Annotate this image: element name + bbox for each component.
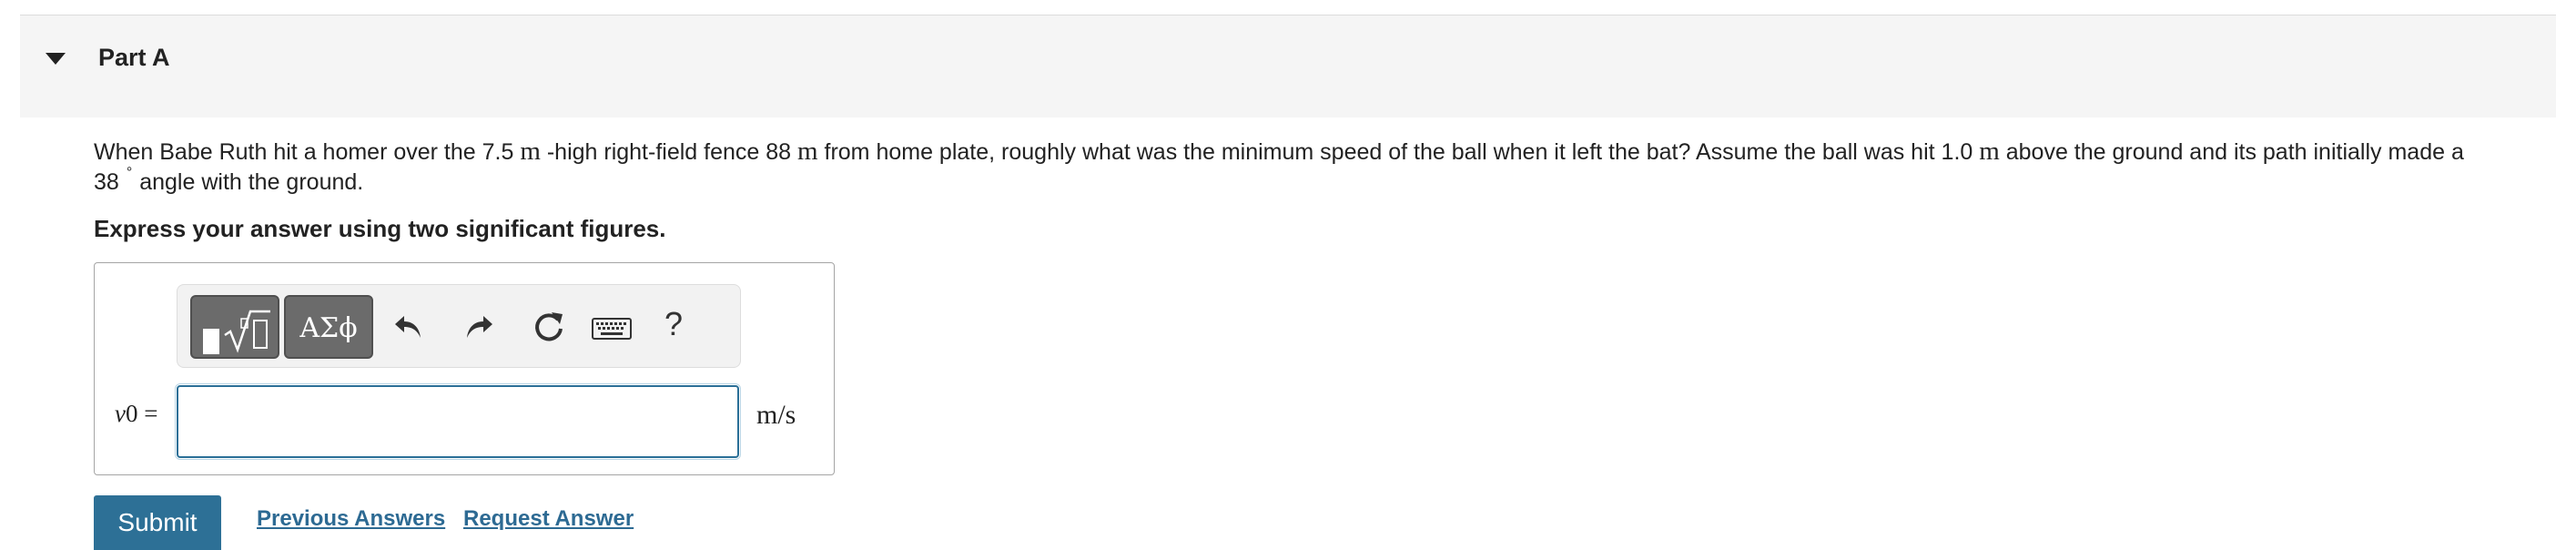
keyboard-icon[interactable] [592,318,632,340]
request-answer-link[interactable]: Request Answer [463,506,634,532]
unit-meter: m [797,137,818,166]
variable-symbol: v [115,400,126,427]
undo-icon[interactable] [391,309,428,345]
part-a-header[interactable]: Part A [20,15,2556,117]
degree-symbol: ° [126,165,133,180]
question-text-segment: angle with the ground. [139,169,364,195]
templates-button[interactable] [190,295,279,359]
answer-instruction: Express your answer using two significan… [94,215,666,242]
previous-answers-link[interactable]: Previous Answers [257,506,445,532]
question-text-segment: -high right-field fence 88 [540,139,797,165]
variable-subscript: 0 [125,400,138,427]
question-text-segment: When Babe Ruth hit a homer over the 7.5 [94,139,521,165]
answer-box: ΑΣϕ ? v0 = m/s [94,262,835,475]
collapse-triangle-icon[interactable] [46,53,66,65]
question-text-segment: from home plate, roughly what was the mi… [817,139,1980,165]
redo-icon[interactable] [460,309,496,345]
part-title: Part A [98,44,170,71]
variable-label: v0 = [115,400,157,428]
help-icon[interactable]: ? [664,305,683,343]
unit-meter: m [520,137,541,166]
template-placeholder-icon [203,329,219,354]
submit-button[interactable]: Submit [94,495,221,550]
unit-meter: m [1979,137,2000,166]
symbols-label: ΑΣϕ [299,312,358,344]
reset-icon[interactable] [530,309,568,347]
equals-sign: = [137,400,158,427]
math-toolbar: ΑΣϕ ? [177,284,741,368]
answer-input[interactable] [175,383,741,460]
radical-template-icon [224,310,270,353]
question-text: When Babe Ruth hit a homer over the 7.5 … [94,137,2551,200]
unit-label: m/s [756,400,796,430]
symbols-button[interactable]: ΑΣϕ [284,295,373,359]
